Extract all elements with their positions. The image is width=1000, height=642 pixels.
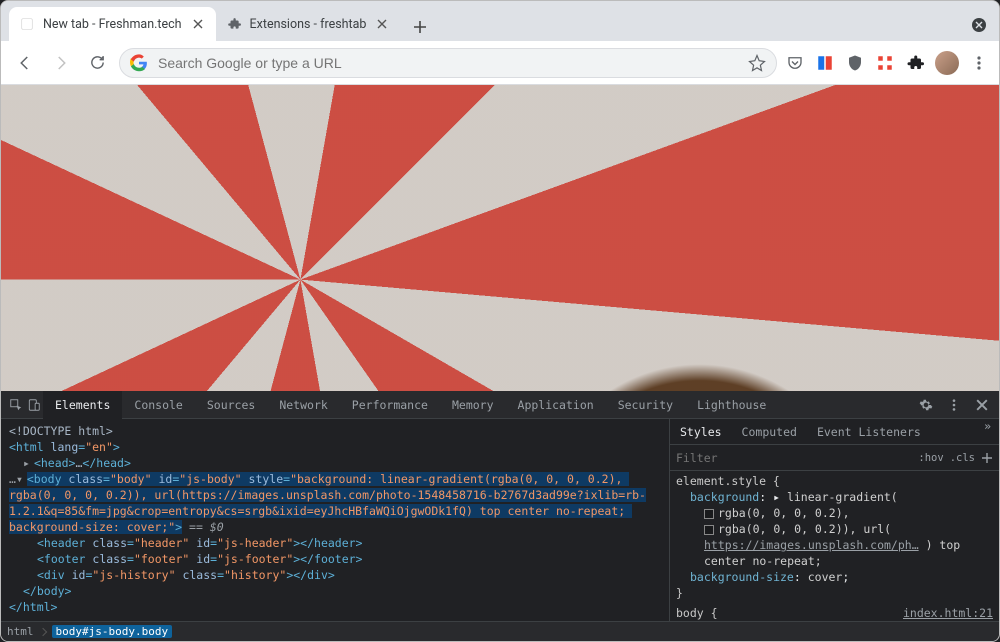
styles-filter-input[interactable] bbox=[676, 451, 912, 465]
color-swatch[interactable] bbox=[704, 509, 714, 519]
menu-icon[interactable] bbox=[969, 53, 989, 73]
cls-toggle[interactable]: .cls bbox=[950, 452, 975, 464]
device-icon[interactable] bbox=[25, 396, 43, 414]
expand-icon[interactable] bbox=[16, 472, 27, 486]
extensions-icon[interactable] bbox=[905, 53, 925, 73]
devtools: Elements Console Sources Network Perform… bbox=[1, 391, 999, 641]
shield-icon[interactable] bbox=[845, 53, 865, 73]
css-selector: element.style { bbox=[676, 474, 780, 488]
devtools-tabs: Elements Console Sources Network Perform… bbox=[1, 391, 999, 419]
browser-window: New tab - Freshman.tech Extensions - fre… bbox=[0, 0, 1000, 642]
back-button[interactable] bbox=[11, 49, 39, 77]
close-icon[interactable] bbox=[374, 16, 390, 32]
dom-footer[interactable]: <footer class="footer" id="js-footer"></… bbox=[37, 552, 363, 566]
bookmark-star-icon[interactable] bbox=[748, 54, 766, 72]
toolbar bbox=[1, 41, 999, 85]
reload-button[interactable] bbox=[83, 49, 111, 77]
devtools-tab-performance[interactable]: Performance bbox=[340, 391, 440, 419]
tab-strip: New tab - Freshman.tech Extensions - fre… bbox=[1, 1, 999, 41]
close-icon[interactable] bbox=[190, 16, 206, 32]
breadcrumb-item[interactable]: html bbox=[7, 625, 34, 638]
pocket-icon[interactable] bbox=[785, 53, 805, 73]
google-icon bbox=[130, 54, 148, 72]
dom-head[interactable]: <head> bbox=[34, 456, 76, 470]
more-icon[interactable]: » bbox=[976, 419, 999, 444]
omnibox[interactable] bbox=[119, 48, 777, 78]
url-link[interactable]: https://images.unsplash.com/ph… bbox=[704, 538, 919, 552]
browser-tab-active[interactable]: New tab - Freshman.tech bbox=[9, 7, 216, 41]
browser-tab[interactable]: Extensions - freshtab bbox=[216, 7, 401, 41]
tab-favicon bbox=[19, 16, 35, 32]
color-swatch[interactable] bbox=[704, 525, 714, 535]
source-link[interactable]: index.html:21 bbox=[903, 605, 993, 621]
extension-icon bbox=[226, 16, 242, 32]
devtools-tab-network[interactable]: Network bbox=[267, 391, 339, 419]
dom-html-close: </html> bbox=[9, 600, 57, 614]
more-icon[interactable] bbox=[945, 396, 963, 414]
flag-icon[interactable] bbox=[815, 53, 835, 73]
styles-rules[interactable]: element.style { background: ▸ linear-gra… bbox=[670, 471, 999, 621]
dom-body-close: </body> bbox=[23, 584, 71, 598]
breadcrumb-item-active[interactable]: body#js-body.body bbox=[52, 625, 173, 638]
dom-breadcrumb: html body#js-body.body bbox=[1, 621, 999, 641]
devtools-body: <!DOCTYPE html> <html lang="en"> <head>…… bbox=[1, 419, 999, 621]
page-viewport: Elements Console Sources Network Perform… bbox=[1, 85, 999, 641]
styles-tab-styles[interactable]: Styles bbox=[670, 419, 732, 444]
grid-icon[interactable] bbox=[875, 53, 895, 73]
forward-button[interactable] bbox=[47, 49, 75, 77]
css-selector: body { bbox=[676, 606, 718, 620]
dom-panel[interactable]: <!DOCTYPE html> <html lang="en"> <head>…… bbox=[1, 419, 669, 621]
expand-icon[interactable] bbox=[23, 456, 34, 470]
toolbar-right bbox=[785, 51, 989, 75]
dom-history[interactable]: <div id="js-history" class="history"></d… bbox=[37, 568, 335, 582]
chevron-right-icon bbox=[38, 627, 46, 635]
window-close-icon[interactable] bbox=[967, 13, 991, 37]
devtools-tab-lighthouse[interactable]: Lighthouse bbox=[685, 391, 778, 419]
dom-html-open: <html lang="en"> bbox=[9, 440, 120, 454]
brace-close: } bbox=[676, 586, 683, 600]
devtools-tab-elements[interactable]: Elements bbox=[43, 391, 122, 419]
profile-avatar[interactable] bbox=[935, 51, 959, 75]
devtools-tab-application[interactable]: Application bbox=[506, 391, 606, 419]
devtools-tab-memory[interactable]: Memory bbox=[440, 391, 506, 419]
gear-icon[interactable] bbox=[917, 396, 935, 414]
devtools-tab-security[interactable]: Security bbox=[606, 391, 685, 419]
devtools-tab-console[interactable]: Console bbox=[122, 391, 194, 419]
dom-body-selected[interactable]: <body class="body" id="js-body" style="b… bbox=[9, 472, 646, 534]
hov-toggle[interactable]: :hov bbox=[918, 452, 943, 464]
devtools-tab-sources[interactable]: Sources bbox=[195, 391, 267, 419]
omnibox-input[interactable] bbox=[158, 55, 738, 71]
dom-header[interactable]: <header class="header" id="js-header"></… bbox=[37, 536, 363, 550]
tab-title: Extensions - freshtab bbox=[250, 17, 367, 32]
styles-panel: Styles Computed Event Listeners » :hov .… bbox=[669, 419, 999, 621]
tab-title: New tab - Freshman.tech bbox=[43, 17, 182, 32]
inspect-icon[interactable] bbox=[7, 396, 25, 414]
close-icon[interactable] bbox=[973, 396, 991, 414]
new-tab-button[interactable] bbox=[406, 13, 434, 41]
styles-tab-listeners[interactable]: Event Listeners bbox=[807, 419, 931, 444]
styles-tab-computed[interactable]: Computed bbox=[732, 419, 807, 444]
eq0-indicator: == $0 bbox=[182, 520, 224, 534]
styles-tabs: Styles Computed Event Listeners » bbox=[670, 419, 999, 445]
styles-filter-bar: :hov .cls bbox=[670, 445, 999, 471]
add-rule-icon[interactable] bbox=[981, 452, 993, 464]
dom-doctype: <!DOCTYPE html> bbox=[9, 424, 113, 438]
